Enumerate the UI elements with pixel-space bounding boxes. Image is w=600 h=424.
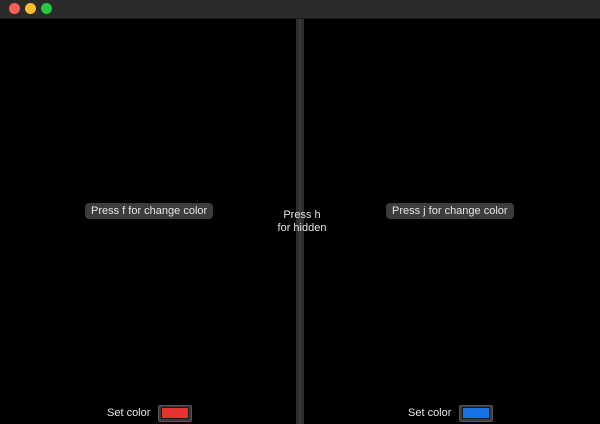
hide-hint-line2: for hidden: [277, 222, 327, 234]
minimize-window-button[interactable]: [25, 3, 36, 14]
hide-hint: Press h for hidden: [260, 209, 344, 235]
left-color-swatch: [161, 407, 190, 419]
right-change-color-hint: Press j for change color: [386, 203, 514, 219]
maximize-window-button[interactable]: [41, 3, 52, 14]
left-color-well[interactable]: [158, 404, 193, 422]
right-set-color-row: Set color: [408, 404, 494, 422]
right-pane[interactable]: Press j for change color Set color: [304, 19, 597, 424]
title-bar[interactable]: [0, 0, 600, 19]
left-change-color-hint: Press f for change color: [85, 203, 214, 219]
left-set-color-row: Set color: [107, 404, 193, 422]
right-set-color-label: Set color: [408, 407, 452, 419]
hide-hint-line1: Press h: [283, 209, 321, 221]
right-color-well[interactable]: [459, 404, 494, 422]
app-window: Press f for change color Set color Press…: [0, 0, 600, 424]
right-color-swatch: [462, 407, 491, 419]
left-pane[interactable]: Press f for change color Set color: [3, 19, 296, 424]
split-view: Press f for change color Set color Press…: [0, 19, 600, 424]
left-set-color-label: Set color: [107, 407, 151, 419]
close-window-button[interactable]: [9, 3, 20, 14]
